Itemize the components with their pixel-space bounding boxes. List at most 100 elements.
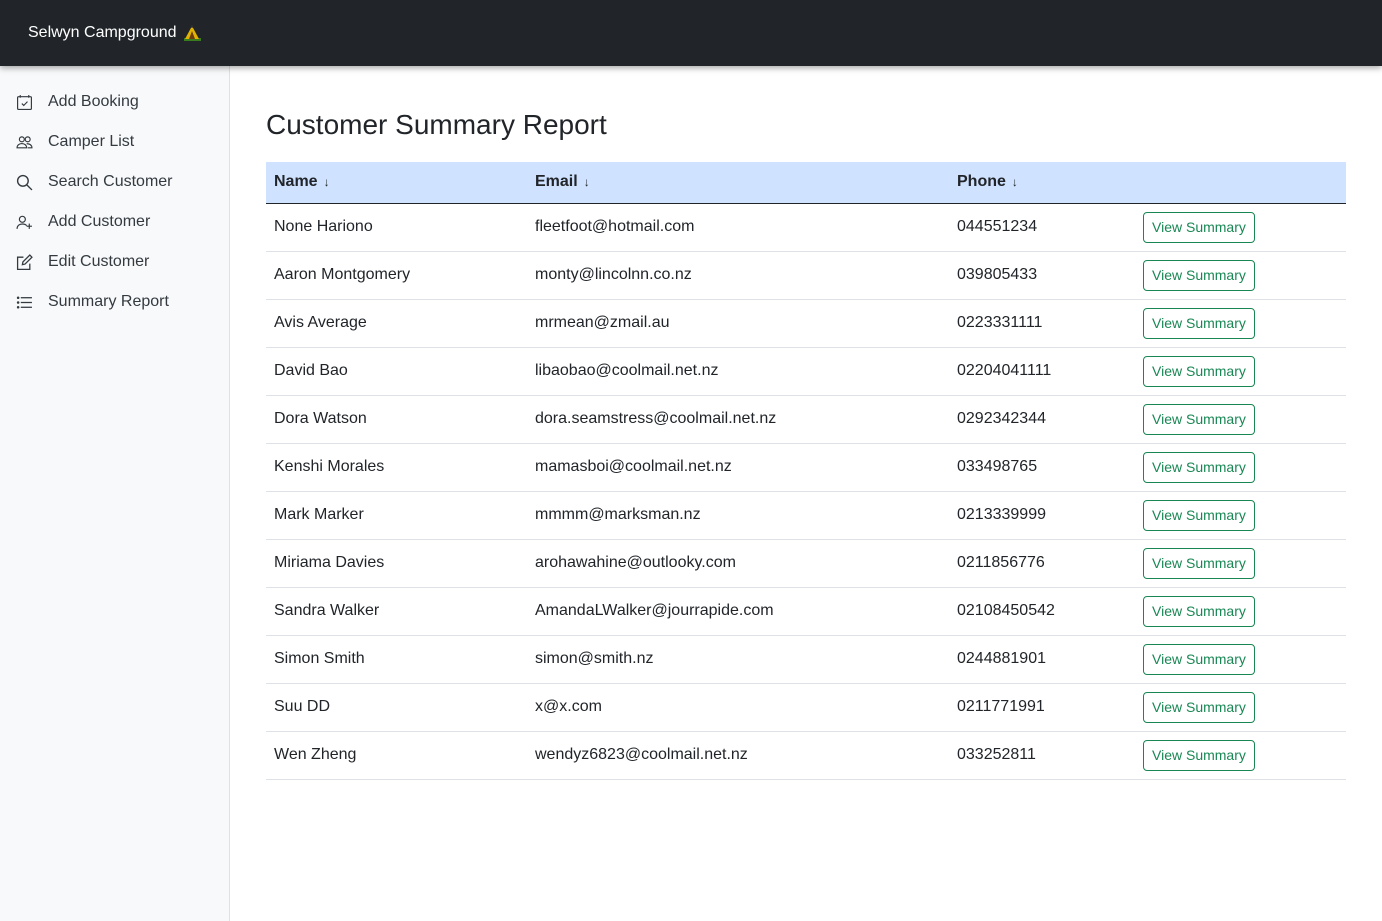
view-summary-button[interactable]: View Summary	[1143, 739, 1255, 771]
cell-name: Sandra Walker	[266, 587, 527, 636]
cell-name: Simon Smith	[266, 635, 527, 684]
table-row: David Bao libaobao@coolmail.net.nz 0220404…	[266, 347, 1346, 396]
sort-down-icon[interactable]: ↓	[584, 175, 590, 189]
sidebar-item-edit-customer[interactable]: Edit Customer	[0, 242, 229, 282]
cell-action: View Summary	[1135, 395, 1346, 444]
view-summary-button[interactable]: View Summary	[1143, 499, 1255, 531]
cell-phone: 0223331111	[949, 299, 1135, 348]
view-summary-button[interactable]: View Summary	[1143, 307, 1255, 339]
cell-email: mrmean@zmail.au	[527, 299, 949, 348]
cell-name: David Bao	[266, 347, 527, 396]
table-row: Dora Watson dora.seamstress@coolmail.net.…	[266, 395, 1346, 444]
column-header-email[interactable]: Email ↓	[527, 162, 949, 204]
calendar-check-icon	[16, 94, 33, 111]
column-header-label: Phone	[957, 173, 1006, 191]
cell-name: None Hariono	[266, 203, 527, 252]
cell-phone: 02108450542	[949, 587, 1135, 636]
cell-email: fleetfoot@hotmail.com	[527, 203, 949, 252]
cell-phone: 044551234	[949, 203, 1135, 252]
cell-email: dora.seamstress@coolmail.net.nz	[527, 395, 949, 444]
table-row: Avis Average mrmean@zmail.au 0223331111 Vie…	[266, 299, 1346, 348]
brand[interactable]: Selwyn Campground	[28, 24, 201, 42]
table-row: Mark Marker mmmm@marksman.nz 0213339999 Vie…	[266, 491, 1346, 540]
cell-email: arohawahine@outlooky.com	[527, 539, 949, 588]
view-summary-button[interactable]: View Summary	[1143, 595, 1255, 627]
cell-action: View Summary	[1135, 491, 1346, 540]
cell-action: View Summary	[1135, 251, 1346, 300]
cell-action: View Summary	[1135, 539, 1346, 588]
sidebar-item-label: Add Customer	[48, 213, 151, 230]
sidebar-item-add-customer[interactable]: Add Customer	[0, 202, 229, 242]
camping-tent-icon	[183, 25, 201, 41]
column-header-name[interactable]: Name ↓	[266, 162, 527, 204]
view-summary-button[interactable]: View Summary	[1143, 643, 1255, 675]
cell-action: View Summary	[1135, 683, 1346, 732]
person-add-icon	[16, 214, 33, 231]
sidebar-item-label: Camper List	[48, 133, 135, 150]
app-title: Selwyn Campground	[28, 24, 177, 41]
column-header-label: Email	[535, 173, 578, 191]
view-summary-button[interactable]: View Summary	[1143, 403, 1255, 435]
cell-phone: 039805433	[949, 251, 1135, 300]
table-row: Suu DD x@x.com 0211771991 View Summary	[266, 683, 1346, 732]
column-header-phone[interactable]: Phone ↓	[949, 162, 1135, 204]
list-icon	[16, 294, 33, 311]
table-row: Wen Zheng wendyz6823@coolmail.net.nz 03325…	[266, 731, 1346, 780]
table-row: None Hariono fleetfoot@hotmail.com 0445512…	[266, 203, 1346, 252]
table-row: Miriama Davies arohawahine@outlooky.com 02…	[266, 539, 1346, 588]
cell-name: Aaron Montgomery	[266, 251, 527, 300]
view-summary-button[interactable]: View Summary	[1143, 451, 1255, 483]
cell-action: View Summary	[1135, 443, 1346, 492]
cell-phone: 0213339999	[949, 491, 1135, 540]
cell-email: simon@smith.nz	[527, 635, 949, 684]
sidebar-item-label: Summary Report	[48, 293, 169, 310]
cell-action: View Summary	[1135, 203, 1346, 252]
cell-phone: 02204041111	[949, 347, 1135, 396]
table-header-row: Name ↓ Email ↓ Phone ↓	[266, 162, 1346, 204]
column-header-label: Name	[274, 173, 318, 191]
view-summary-button[interactable]: View Summary	[1143, 211, 1255, 243]
cell-phone: 0292342344	[949, 395, 1135, 444]
cell-email: mamasboi@coolmail.net.nz	[527, 443, 949, 492]
column-header-action	[1135, 162, 1346, 204]
sort-down-icon[interactable]: ↓	[324, 175, 330, 189]
cell-action: View Summary	[1135, 731, 1346, 780]
view-summary-button[interactable]: View Summary	[1143, 547, 1255, 579]
view-summary-button[interactable]: View Summary	[1143, 259, 1255, 291]
sidebar-item-label: Search Customer	[48, 173, 173, 190]
cell-phone: 033252811	[949, 731, 1135, 780]
cell-phone: 0211771991	[949, 683, 1135, 732]
cell-name: Miriama Davies	[266, 539, 527, 588]
search-icon	[16, 174, 33, 191]
cell-email: monty@lincolnn.co.nz	[527, 251, 949, 300]
cell-name: Kenshi Morales	[266, 443, 527, 492]
cell-phone: 0244881901	[949, 635, 1135, 684]
sidebar-item-label: Edit Customer	[48, 253, 150, 270]
people-icon	[16, 134, 33, 151]
view-summary-button[interactable]: View Summary	[1143, 691, 1255, 723]
table-row: Simon Smith simon@smith.nz 0244881901 View …	[266, 635, 1346, 684]
sidebar-item-summary-report[interactable]: Summary Report	[0, 282, 229, 322]
top-navbar: Selwyn Campground	[0, 0, 1382, 66]
customer-table: Name ↓ Email ↓ Phone ↓ None Hariono fleetfoo…	[266, 162, 1346, 780]
pencil-square-icon	[16, 253, 33, 271]
cell-action: View Summary	[1135, 587, 1346, 636]
cell-name: Dora Watson	[266, 395, 527, 444]
sidebar-item-search-customer[interactable]: Search Customer	[0, 162, 229, 202]
cell-phone: 033498765	[949, 443, 1135, 492]
cell-phone: 0211856776	[949, 539, 1135, 588]
page-title: Customer Summary Report	[266, 109, 607, 140]
cell-name: Wen Zheng	[266, 731, 527, 780]
cell-action: View Summary	[1135, 299, 1346, 348]
sidebar-item-label: Add Booking	[48, 93, 139, 110]
sort-down-icon[interactable]: ↓	[1012, 175, 1018, 189]
cell-email: AmandaLWalker@jourrapide.com	[527, 587, 949, 636]
sidebar-item-add-booking[interactable]: Add Booking	[0, 82, 229, 122]
table-row: Sandra Walker AmandaLWalker@jourrapide.co…	[266, 587, 1346, 636]
sidebar-item-camper-list[interactable]: Camper List	[0, 122, 229, 162]
table-body: None Hariono fleetfoot@hotmail.com 0445512…	[266, 203, 1346, 780]
cell-email: mmmm@marksman.nz	[527, 491, 949, 540]
view-summary-button[interactable]: View Summary	[1143, 355, 1255, 387]
sidebar: Add Booking Camper List Search Customer	[0, 66, 230, 921]
main-content: Customer Summary Report Name ↓ Email ↓ Pho…	[266, 66, 1346, 780]
